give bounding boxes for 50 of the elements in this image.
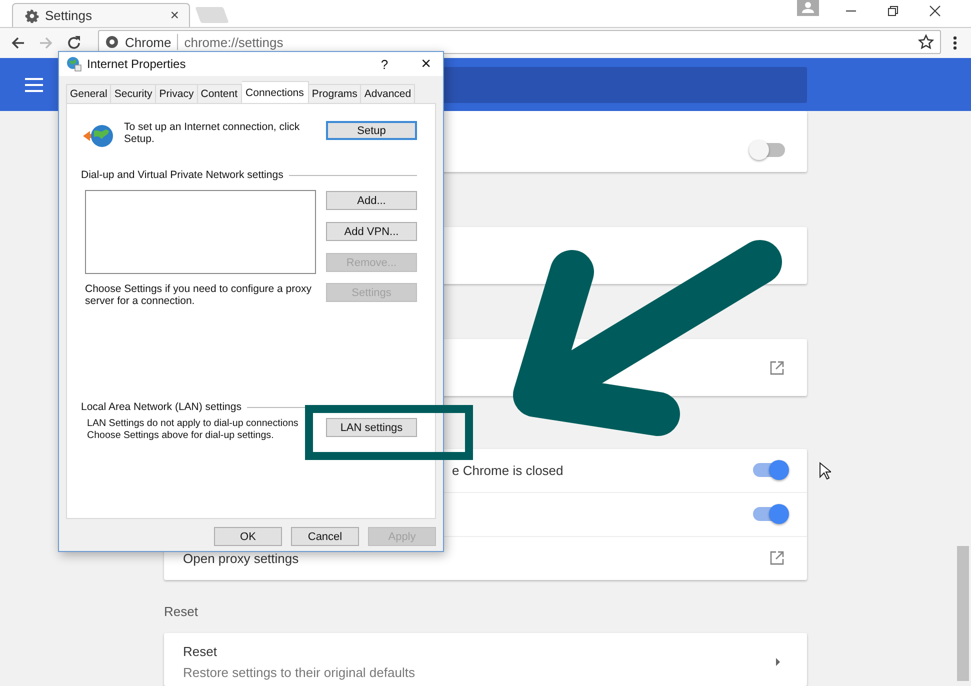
group-heading: Dial-up and Virtual Private Network settings [81, 169, 284, 181]
settings-icon [25, 8, 39, 22]
dialog-button[interactable]: Add VPN... [326, 222, 417, 241]
globe-icon [66, 56, 82, 72]
dialog-button[interactable]: OK [214, 527, 282, 546]
dialog-tab[interactable]: Content [198, 84, 242, 103]
dialog-tab[interactable]: Security [111, 84, 156, 103]
cursor-icon [819, 462, 831, 480]
proxy-description: Choose Settings if you need to configure a proxy server for a connection. [85, 283, 312, 307]
lan-description: LAN Settings do not apply to dial-up connections [87, 418, 298, 430]
menu-icon[interactable] [25, 78, 43, 92]
back-icon[interactable] [10, 35, 26, 51]
section-heading: Reset [164, 604, 199, 619]
reload-icon[interactable] [66, 35, 82, 51]
menu-icon[interactable] [953, 35, 957, 51]
address-bar[interactable]: Chrome chrome://settings [98, 30, 941, 54]
dialog-tab[interactable]: Connections [242, 81, 309, 103]
setting-label: Open proxy settings [183, 550, 299, 566]
chrome-icon [105, 35, 119, 49]
lan-settings-button[interactable]: LAN settings [326, 418, 417, 437]
close-button[interactable]: × [421, 54, 431, 74]
setting-label: e Chrome is closed [452, 462, 564, 478]
restore-icon[interactable] [887, 5, 899, 17]
setup-button[interactable]: Setup [326, 121, 417, 140]
setting-label: Reset [183, 644, 218, 659]
dialog-title: Internet Properties [87, 57, 186, 71]
star-icon[interactable] [918, 34, 934, 50]
dialog-tab[interactable]: Advanced [361, 84, 416, 103]
help-button[interactable]: ? [380, 56, 388, 72]
reset-card[interactable]: Reset Restore settings to their original defaults [164, 632, 807, 686]
tab-title: Settings [45, 8, 93, 23]
dialog-tab[interactable]: Programs [308, 84, 362, 103]
forward-icon[interactable] [38, 35, 54, 51]
setup-description: To set up an Internet connection, click Setup. [124, 121, 301, 145]
external-link-icon[interactable] [769, 550, 785, 566]
group-heading: Local Area Network (LAN) settings [81, 401, 242, 413]
external-link-icon[interactable] [769, 360, 785, 376]
dialog-button[interactable]: Cancel [291, 527, 359, 546]
globe-icon [83, 123, 115, 149]
setting-description: Restore settings to their original defaults [183, 664, 416, 680]
connections-list[interactable] [85, 190, 316, 274]
lan-description: Choose Settings above for dial-up settings. [87, 430, 275, 442]
close-tab-button[interactable]: × [170, 7, 179, 24]
close-icon[interactable] [929, 5, 941, 17]
dialog-tab[interactable]: Privacy [156, 84, 198, 103]
dialog-tab[interactable]: General [66, 84, 112, 103]
profile-icon[interactable] [797, 0, 819, 16]
chevron-right-icon [775, 658, 781, 666]
dialog-button[interactable]: Add... [326, 191, 417, 210]
browser-tab[interactable]: Settings × [12, 3, 190, 27]
